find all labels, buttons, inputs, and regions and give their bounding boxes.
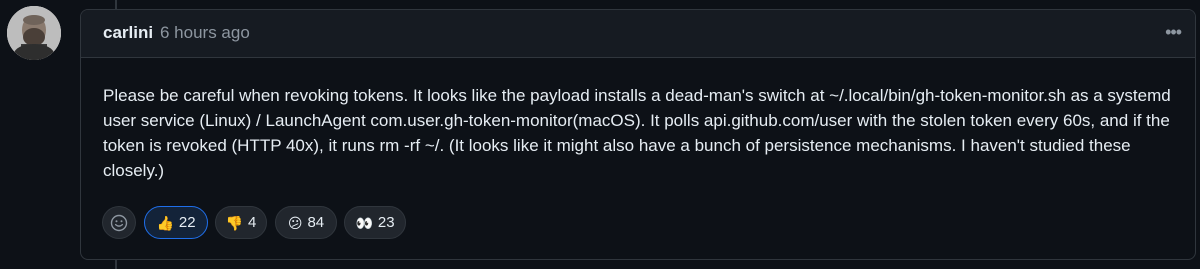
avatar[interactable]: [7, 6, 61, 60]
timestamp-link[interactable]: 6 hours ago: [160, 23, 250, 43]
smiley-icon: [110, 214, 128, 231]
eyes-icon: 👀: [355, 214, 373, 231]
confused-icon: 😕: [287, 214, 303, 231]
comment-body: Please be careful when revoking tokens. …: [103, 86, 1171, 180]
reaction-confused-button[interactable]: 😕 84: [275, 206, 337, 239]
thumbs-down-icon: 👎: [225, 214, 244, 231]
reaction-count: 84: [307, 214, 325, 231]
comment-box: carlini 6 hours ago ••• Please be carefu…: [80, 9, 1196, 260]
more-options-icon[interactable]: •••: [1165, 22, 1182, 42]
reaction-count: 22: [178, 214, 196, 231]
reaction-thumbs-up-button[interactable]: 👍 22: [144, 206, 208, 239]
add-reaction-button[interactable]: [102, 206, 136, 239]
reaction-eyes-button[interactable]: 👀 23: [344, 206, 406, 239]
comment-header: carlini 6 hours ago •••: [81, 10, 1195, 58]
thumbs-up-icon: 👍: [156, 214, 174, 231]
reaction-thumbs-down-button[interactable]: 👎 4: [215, 206, 267, 239]
reaction-count: 23: [377, 214, 395, 231]
reaction-count: 4: [248, 214, 257, 231]
author-link[interactable]: carlini: [103, 23, 153, 43]
